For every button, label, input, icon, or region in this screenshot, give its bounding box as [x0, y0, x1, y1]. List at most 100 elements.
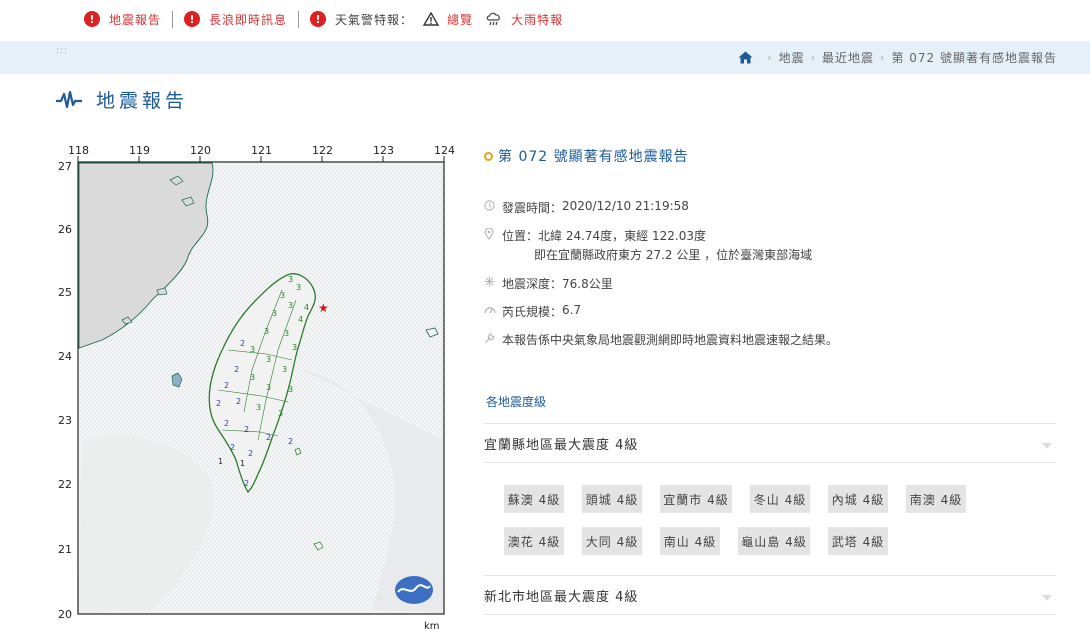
- svg-text:3: 3: [296, 283, 301, 292]
- depth-row: 地震深度： 76.8公里: [484, 275, 613, 292]
- svg-text:3: 3: [272, 309, 277, 318]
- svg-text:2: 2: [266, 433, 271, 442]
- lat-label: 21: [58, 543, 72, 556]
- svg-text:2: 2: [216, 399, 221, 408]
- breadcrumb-item-current: 第 072 號顯著有感地震報告: [891, 51, 1057, 65]
- weather-alert-colon: ：: [400, 12, 414, 27]
- breadcrumb-band: ::: › 地震 › 最近地震 › 第 072 號顯著有感地震報告: [0, 41, 1090, 74]
- divider: [298, 10, 300, 28]
- svg-text:2: 2: [288, 437, 293, 446]
- intensity-map-figure: 33 33 44 33 33 32 33 23 23 32 23 32 22 2…: [58, 144, 455, 632]
- weather-overview-link[interactable]: 總覽: [447, 11, 473, 28]
- station-tag: 南山 4級: [660, 527, 720, 555]
- depth-label: 地震深度：: [502, 277, 563, 291]
- lon-label: 119: [129, 144, 150, 157]
- intensity-map[interactable]: 33 33 44 33 33 32 33 23 23 32 23 32 22 2…: [52, 140, 462, 632]
- svg-text:2: 2: [248, 449, 253, 458]
- breadcrumb-item-recent[interactable]: 最近地震: [822, 49, 874, 66]
- station-tag: 頭城 4級: [582, 485, 642, 513]
- svg-text:3: 3: [292, 343, 297, 352]
- station-tag: 南澳 4級: [906, 485, 966, 513]
- lat-label: 24: [58, 350, 72, 363]
- tsunami-alert-link[interactable]: ! 長浪即時訊息: [184, 11, 287, 28]
- svg-text:1: 1: [240, 459, 245, 468]
- svg-text:2: 2: [230, 443, 235, 452]
- origin-time-label: 發震時間：: [502, 201, 563, 215]
- weather-alert-label: 天氣警特報: [335, 12, 401, 27]
- report-title: 第 072 號顯著有感地震報告: [484, 146, 689, 166]
- depth-icon: [484, 275, 502, 287]
- note-row: 本報告係中央氣象局地震觀測網即時地震資料地震速報之結果。: [484, 331, 838, 348]
- svg-text:3: 3: [250, 345, 255, 354]
- clock-icon: [484, 199, 502, 211]
- svg-text:3: 3: [266, 355, 271, 364]
- divider: [172, 10, 174, 28]
- caret-down-icon: [1042, 590, 1052, 605]
- exclamation-icon: !: [84, 11, 100, 27]
- breadcrumb: › 地震 › 最近地震 › 第 072 號顯著有感地震報告: [738, 49, 1057, 66]
- lon-label: 121: [251, 144, 272, 157]
- lon-label: 123: [373, 144, 394, 157]
- svg-text:3: 3: [266, 383, 271, 392]
- chevron-right-icon: ›: [810, 51, 817, 64]
- lat-label: 22: [58, 478, 72, 491]
- weather-alert-group: ! 天氣警特報 ： 總覽 大雨特報: [310, 11, 563, 28]
- chevron-right-icon: ›: [880, 51, 886, 64]
- tsunami-alert-label: 長浪即時訊息: [209, 12, 288, 27]
- chevron-right-icon: ›: [767, 51, 773, 64]
- svg-text:2: 2: [244, 425, 249, 434]
- heavy-rain-link[interactable]: 大雨特報: [511, 11, 563, 28]
- svg-text:3: 3: [250, 373, 255, 382]
- svg-text:2: 2: [234, 365, 239, 374]
- magnitude-label: 芮氏規模：: [502, 305, 563, 319]
- svg-text:3: 3: [280, 291, 285, 300]
- exclamation-icon: !: [310, 11, 327, 27]
- seismic-wave-icon: [56, 90, 82, 109]
- lat-label: 26: [58, 223, 72, 236]
- region-accordion-yilan[interactable]: 宜蘭縣地區最大震度 4級: [484, 423, 1056, 463]
- scale-unit-label: km: [424, 621, 440, 632]
- region-title: 宜蘭縣地區最大震度 4級: [484, 437, 639, 453]
- location-label: 位置：: [502, 229, 539, 243]
- svg-text:2: 2: [236, 397, 241, 406]
- alert-bar: ! 地震報告 ! 長浪即時訊息 ! 天氣警特報 ： 總覽 大雨特報: [0, 0, 1090, 38]
- menu-grip-icon[interactable]: :::: [56, 46, 68, 56]
- svg-text:3: 3: [256, 403, 261, 412]
- station-tag: 武塔 4級: [828, 527, 888, 555]
- lat-label: 23: [58, 414, 72, 427]
- earthquake-alert-link[interactable]: ! 地震報告: [84, 11, 161, 28]
- cwb-logo: [395, 576, 433, 604]
- region-title: 新北市地區最大震度 4級: [484, 589, 639, 605]
- location-detail: 即在宜蘭縣政府東方 27.2 公里 ，位於臺灣東部海域: [534, 248, 813, 262]
- circle-bullet-icon: [484, 151, 493, 161]
- map-pin-icon: [484, 227, 502, 244]
- svg-text:3: 3: [288, 275, 293, 284]
- svg-text:3: 3: [284, 329, 289, 338]
- exclamation-icon: !: [184, 11, 201, 27]
- svg-text:2: 2: [244, 479, 249, 488]
- lat-label: 27: [58, 160, 72, 173]
- heavy-rain-icon: [485, 11, 503, 27]
- report-note: 本報告係中央氣象局地震觀測網即時地震資料地震速報之結果。: [502, 333, 839, 347]
- intensity-section-link[interactable]: 各地震度級: [486, 393, 546, 410]
- home-icon[interactable]: [738, 51, 753, 64]
- svg-text:1: 1: [218, 457, 223, 466]
- region-accordion-newtaipei[interactable]: 新北市地區最大震度 4級: [484, 575, 1056, 615]
- location-row: 位置： 北緯 24.74度，東經 122.03度 即在宜蘭縣政府東方 27.2 …: [484, 227, 812, 263]
- breadcrumb-item-earthquake[interactable]: 地震: [779, 49, 805, 66]
- magnitude-value: 6.7: [562, 303, 582, 317]
- epicenter-star-icon: ★: [318, 301, 329, 315]
- origin-time-row: 發震時間： 2020/12/10 21:19:58: [484, 199, 689, 216]
- svg-text:2: 2: [224, 419, 229, 428]
- svg-text:4: 4: [304, 303, 309, 312]
- magnitude-row: 芮氏規模： 6.7: [484, 303, 581, 320]
- svg-text:3: 3: [288, 385, 293, 394]
- wrench-icon: [484, 331, 502, 344]
- gauge-icon: [484, 303, 502, 314]
- caret-down-icon: [1042, 438, 1052, 453]
- lon-label: 118: [68, 144, 89, 157]
- station-tag: 冬山 4級: [750, 485, 810, 513]
- lat-label: 20: [58, 608, 72, 621]
- location-value: 北緯 24.74度，東經 122.03度: [538, 229, 706, 243]
- page-title-text: 地震報告: [96, 90, 189, 112]
